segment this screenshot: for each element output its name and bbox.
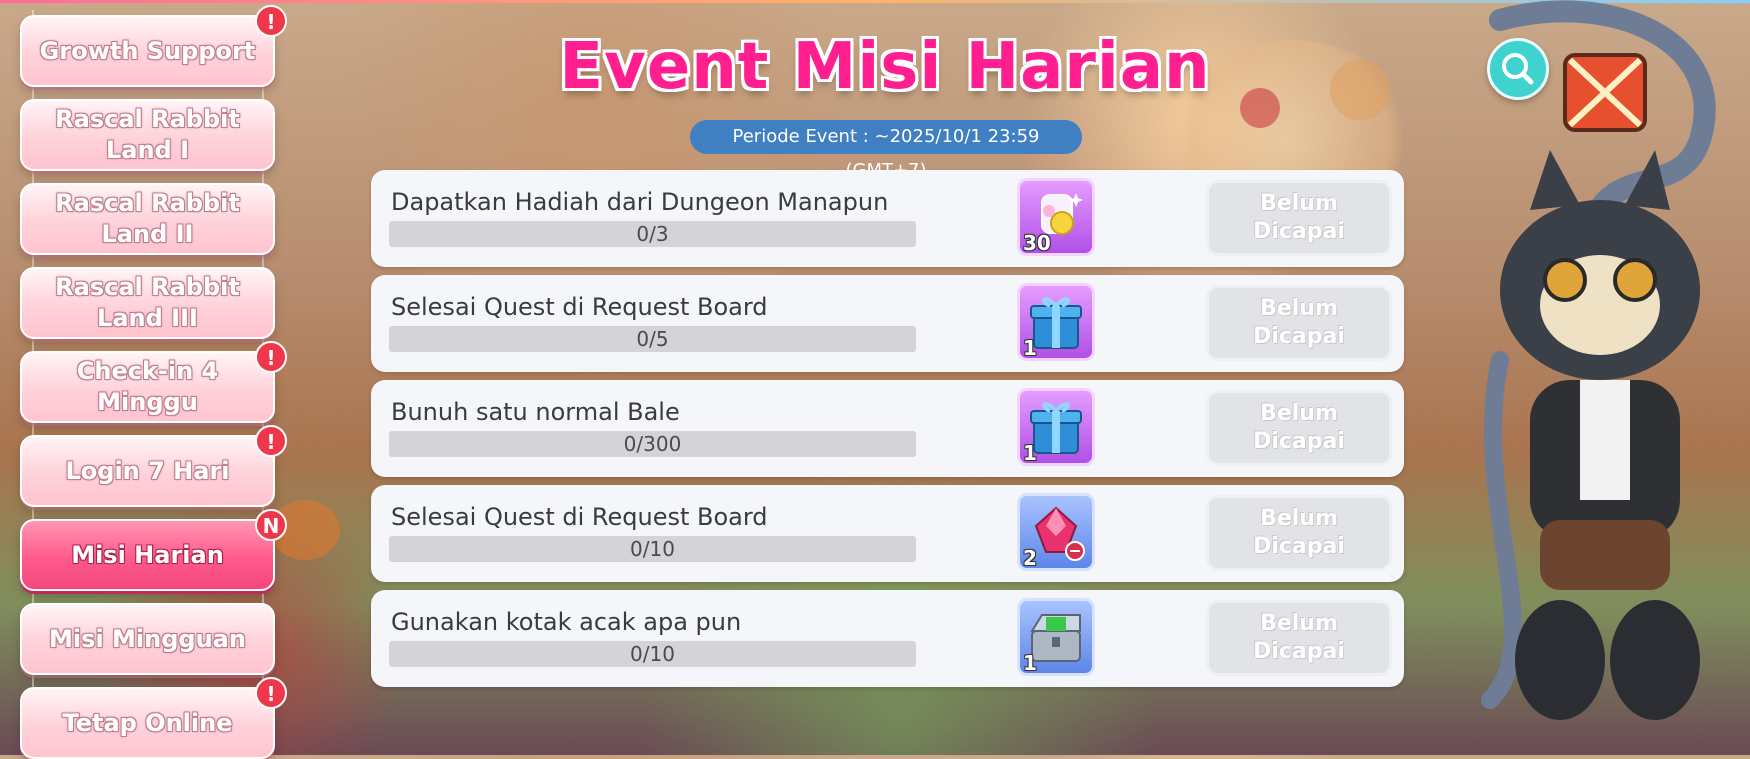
progress-text: 0/3 xyxy=(636,222,669,246)
mission-name: Bunuh satu normal Bale xyxy=(391,398,680,426)
status-label-line2: Dicapai xyxy=(1253,534,1345,559)
status-label-line2: Dicapai xyxy=(1253,639,1345,664)
tab-label: Login 7 Hari xyxy=(65,456,230,485)
tab-check-in-4-minggu[interactable]: Check-in 4 Minggu ! xyxy=(20,341,287,423)
mission-progress-bar: 0/5 xyxy=(389,326,916,352)
status-label-line2: Dicapai xyxy=(1253,219,1345,244)
tab-label: Growth Support xyxy=(39,36,256,65)
mission-progress-bar: 0/10 xyxy=(389,536,916,562)
reward-item[interactable]: 30 xyxy=(1017,178,1095,256)
event-period-label: Periode Event : ~2025/10/1 23:59 (GMT+7) xyxy=(690,120,1082,181)
status-label-line1: Belum xyxy=(1260,401,1338,426)
page-title: Event Misi Harian xyxy=(559,30,1211,104)
mission-progress-bar: 0/3 xyxy=(389,221,916,247)
tab-label: Rascal Rabbit Land III xyxy=(55,273,240,332)
tab-label: Misi Harian xyxy=(71,540,224,569)
tab-rascal-rabbit-land-1[interactable]: Rascal Rabbit Land I xyxy=(20,99,275,171)
tab-rascal-rabbit-land-3[interactable]: Rascal Rabbit Land III xyxy=(20,267,275,339)
status-label-line1: Belum xyxy=(1260,191,1338,216)
status-label-line2: Dicapai xyxy=(1253,429,1345,454)
status-label-line1: Belum xyxy=(1260,611,1338,636)
mission-name: Selesai Quest di Request Board xyxy=(391,293,768,321)
reward-quantity: 1 xyxy=(1023,651,1037,675)
tab-label: Misi Mingguan xyxy=(49,624,246,653)
tab-growth-support[interactable]: Growth Support ! xyxy=(20,5,287,87)
tab-misi-harian[interactable]: Misi Harian N xyxy=(20,509,287,591)
status-label-line1: Belum xyxy=(1260,296,1338,321)
tab-label: Tetap Online xyxy=(62,708,233,737)
alert-badge: ! xyxy=(255,677,287,709)
mission-row: Bunuh satu normal Bale 0/300 1 Belum Dicapai xyxy=(371,380,1404,477)
mission-progress-bar: 0/10 xyxy=(389,641,916,667)
mission-row: Selesai Quest di Request Board 0/5 1 Belum D… xyxy=(371,275,1404,372)
tab-rascal-rabbit-land-2[interactable]: Rascal Rabbit Land II xyxy=(20,183,275,255)
reward-quantity: 1 xyxy=(1023,336,1037,360)
reward-quantity: 1 xyxy=(1023,441,1037,465)
tab-login-7-hari[interactable]: Login 7 Hari ! xyxy=(20,425,287,507)
tab-tetap-online[interactable]: Tetap Online ! xyxy=(20,677,287,759)
reward-item[interactable]: 2 xyxy=(1017,493,1095,571)
progress-text: 0/10 xyxy=(630,642,675,666)
claim-button-not-achieved[interactable]: Belum Dicapai xyxy=(1206,180,1392,256)
alert-badge: ! xyxy=(255,341,287,373)
mission-name: Selesai Quest di Request Board xyxy=(391,503,768,531)
reward-item[interactable]: 1 xyxy=(1017,283,1095,361)
reward-quantity: 30 xyxy=(1023,231,1051,255)
reward-item[interactable]: 1 xyxy=(1017,388,1095,466)
status-label-line2: Dicapai xyxy=(1253,324,1345,349)
reward-quantity: 2 xyxy=(1023,546,1037,570)
claim-button-not-achieved[interactable]: Belum Dicapai xyxy=(1206,600,1392,676)
mission-row: Selesai Quest di Request Board 0/10 2 Belum… xyxy=(371,485,1404,582)
progress-text: 0/5 xyxy=(636,327,669,351)
mission-name: Gunakan kotak acak apa pun xyxy=(391,608,742,636)
claim-button-not-achieved[interactable]: Belum Dicapai xyxy=(1206,285,1392,361)
character-illustration xyxy=(1481,0,1716,720)
tab-label: Rascal Rabbit Land II xyxy=(55,189,240,248)
reward-item[interactable]: 1 xyxy=(1017,598,1095,676)
progress-text: 0/10 xyxy=(630,537,675,561)
tab-label: Rascal Rabbit Land I xyxy=(55,105,240,164)
progress-text: 0/300 xyxy=(623,432,682,456)
alert-badge: ! xyxy=(255,425,287,457)
tab-misi-mingguan[interactable]: Misi Mingguan xyxy=(20,603,275,675)
claim-button-not-achieved[interactable]: Belum Dicapai xyxy=(1206,495,1392,571)
sidebar: Growth Support ! Rascal Rabbit Land I Ra… xyxy=(10,5,287,759)
mission-row: Gunakan kotak acak apa pun 0/10 1 Belum Dica… xyxy=(371,590,1404,687)
tab-label: Check-in 4 Minggu xyxy=(76,357,219,416)
claim-button-not-achieved[interactable]: Belum Dicapai xyxy=(1206,390,1392,466)
mission-progress-bar: 0/300 xyxy=(389,431,916,457)
new-badge: N xyxy=(255,509,287,541)
mission-name: Dapatkan Hadiah dari Dungeon Manapun xyxy=(391,188,889,216)
alert-badge: ! xyxy=(255,5,287,37)
mission-row: Dapatkan Hadiah dari Dungeon Manapun 0/3 3… xyxy=(371,170,1404,267)
status-label-line1: Belum xyxy=(1260,506,1338,531)
